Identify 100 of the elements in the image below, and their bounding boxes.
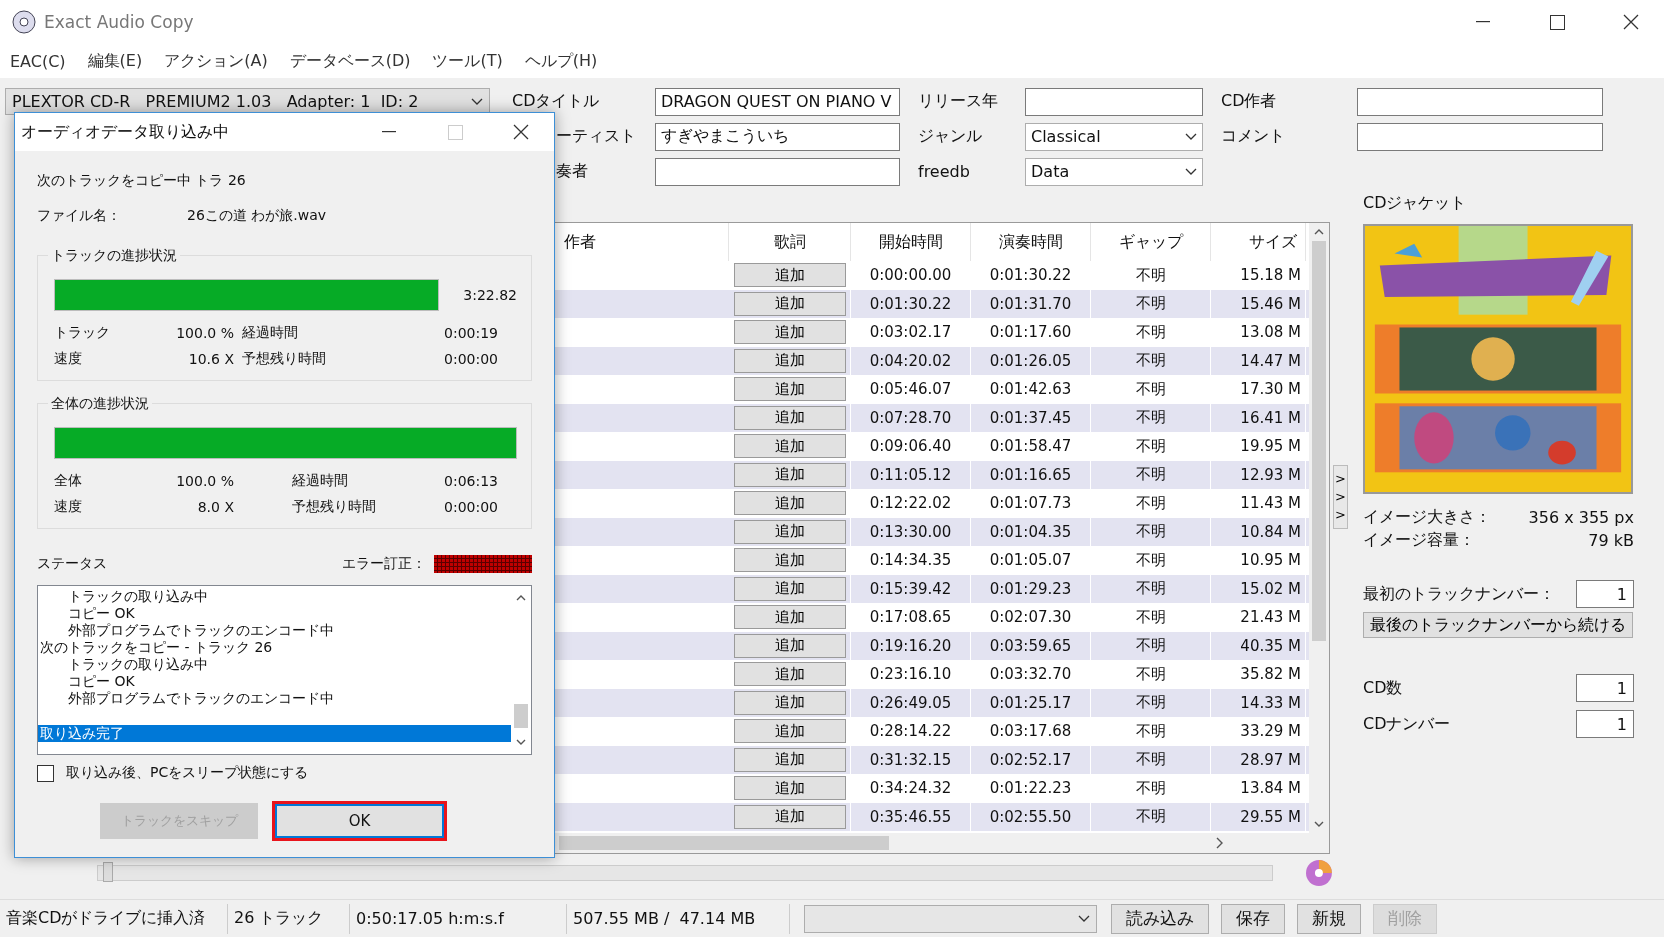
table-cell: 0:19:16.20 — [869, 636, 952, 655]
table-cell: 29.55 M — [1240, 807, 1301, 826]
table-cell: 不明 — [1135, 436, 1166, 456]
expand-button[interactable]: > > > — [1333, 465, 1348, 529]
group-title: トラックの進捗状況 — [48, 247, 180, 265]
menu-item[interactable]: データベース(D) — [289, 50, 411, 72]
menu-item[interactable]: EAC(C) — [10, 51, 66, 71]
scroll-thumb[interactable] — [514, 704, 528, 728]
table-cell: 0:34:24.32 — [869, 779, 952, 798]
add-lyrics-button[interactable]: 追加 — [733, 263, 846, 288]
window-title: Exact Audio Copy — [44, 12, 195, 32]
menu-item[interactable]: 編集(E) — [87, 50, 143, 72]
add-lyrics-button[interactable]: 追加 — [733, 719, 846, 744]
log-line[interactable]: トラックの取り込み中 — [38, 588, 511, 605]
table-cell: 0:13:30.00 — [869, 522, 952, 541]
minimize-icon[interactable] — [1476, 21, 1490, 23]
table-cell: 不明 — [1135, 550, 1166, 570]
close-icon[interactable] — [513, 124, 529, 140]
dropdown[interactable]: Classical — [1025, 122, 1203, 151]
table-cell: 0:28:14.22 — [869, 722, 952, 741]
add-lyrics-button[interactable]: 追加 — [733, 776, 846, 801]
menu-item[interactable]: ヘルプ(H) — [524, 50, 598, 72]
stat-value: 10.6 X — [187, 351, 234, 367]
table-cell: 0:00:00.00 — [869, 266, 952, 285]
field-label: CD数 — [1363, 677, 1403, 699]
text-field[interactable]: DRAGON QUEST ON PIANO V — [655, 87, 900, 116]
dropdown[interactable]: Data — [1025, 157, 1203, 186]
number-field[interactable]: 1 — [1576, 674, 1634, 702]
scroll-thumb[interactable] — [559, 836, 889, 850]
table-cell: 0:31:32.15 — [869, 750, 952, 769]
table-cell: 15.02 M — [1240, 579, 1301, 598]
table-cell: 0:01:25.17 — [989, 693, 1072, 712]
add-lyrics-button[interactable]: 追加 — [733, 377, 846, 402]
add-lyrics-button[interactable]: 追加 — [733, 804, 846, 829]
table-cell: 0:01:04.35 — [989, 522, 1072, 541]
disc-icon[interactable] — [1305, 859, 1333, 887]
toolbar-button[interactable]: 新規 — [1297, 903, 1361, 934]
toolbar-button[interactable]: 読み込み — [1111, 903, 1209, 934]
stat-value: 0:00:00 — [443, 499, 498, 515]
number-field[interactable]: 1 — [1576, 580, 1634, 608]
add-lyrics-button[interactable]: 追加 — [733, 690, 846, 715]
table-cell: 19.95 M — [1240, 437, 1301, 456]
stat-value: 100.0 % — [175, 473, 234, 489]
table-cell: 不明 — [1135, 750, 1166, 770]
dialog-button[interactable]: OK — [272, 801, 447, 841]
log-line[interactable]: 次のトラックをコピー - トラック 26 — [38, 639, 511, 656]
add-lyrics-button[interactable]: 追加 — [733, 348, 846, 373]
add-lyrics-button[interactable]: 追加 — [733, 662, 846, 687]
checkbox-label: 取り込み後、PCをスリープ状態にする — [66, 764, 309, 782]
menu-item[interactable]: アクション(A) — [164, 50, 268, 72]
number-field[interactable]: 1 — [1576, 710, 1634, 738]
vertical-scrollbar[interactable] — [1309, 223, 1329, 833]
text-field[interactable] — [1025, 87, 1203, 116]
log-line[interactable]: 外部プログラムでトラックのエンコード中 — [38, 690, 511, 707]
add-lyrics-button[interactable]: 追加 — [733, 434, 846, 459]
add-lyrics-button[interactable]: 追加 — [733, 320, 846, 345]
checkbox[interactable] — [37, 764, 54, 782]
table-cell: 13.08 M — [1240, 323, 1301, 342]
log-line[interactable]: 外部プログラムでトラックのエンコード中 — [38, 622, 511, 639]
add-lyrics-button[interactable]: 追加 — [733, 519, 846, 544]
text-field[interactable] — [655, 157, 900, 186]
scroll-thumb[interactable] — [1312, 241, 1326, 641]
add-lyrics-button[interactable]: 追加 — [733, 491, 846, 516]
stat-label: 速度 — [54, 350, 83, 368]
minimize-icon[interactable] — [382, 131, 396, 133]
add-lyrics-button[interactable]: 追加 — [733, 576, 846, 601]
text-field[interactable] — [1357, 122, 1603, 151]
menu-item[interactable]: ツール(T) — [432, 50, 503, 72]
slider-thumb[interactable] — [103, 862, 113, 882]
scroll-right-icon[interactable] — [1214, 836, 1224, 850]
add-lyrics-button[interactable]: 追加 — [733, 605, 846, 630]
stat-label: 経過時間 — [291, 472, 349, 490]
table-cell: 0:01:58.47 — [989, 437, 1072, 456]
close-icon[interactable] — [1623, 14, 1639, 30]
table-cell: 不明 — [1135, 322, 1166, 342]
maximize-icon[interactable] — [1549, 14, 1565, 30]
log-line[interactable]: コピー OK — [38, 605, 511, 622]
stat-label: 経過時間 — [241, 324, 299, 342]
table-cell: 不明 — [1135, 579, 1166, 599]
text-field[interactable]: すぎやまこういち — [655, 122, 900, 151]
table-cell: 0:01:26.05 — [989, 351, 1072, 370]
add-lyrics-button[interactable]: 追加 — [733, 633, 846, 658]
log-line[interactable]: コピー OK — [38, 673, 511, 690]
add-lyrics-button[interactable]: 追加 — [733, 747, 846, 772]
stat-value: 100.0 % — [175, 325, 234, 341]
field-label: ファイル名： — [37, 206, 122, 225]
info-label: イメージ大きさ： — [1363, 507, 1491, 528]
dialog-title: オーディオデータ取り込み中 — [21, 121, 230, 143]
toolbar-button[interactable]: 保存 — [1221, 903, 1285, 934]
table-cell: 0:02:07.30 — [989, 608, 1072, 627]
add-lyrics-button[interactable]: 追加 — [733, 405, 846, 430]
continue-button[interactable]: 最後のトラックナンバーから続ける — [1363, 612, 1633, 638]
stat-value: 8.0 X — [196, 499, 234, 515]
log-line[interactable]: トラックの取り込み中 — [38, 656, 511, 673]
text-field[interactable] — [1357, 87, 1603, 116]
add-lyrics-button[interactable]: 追加 — [733, 291, 846, 316]
table-cell: 0:01:30.22 — [869, 294, 952, 313]
add-lyrics-button[interactable]: 追加 — [733, 462, 846, 487]
chevron-down-icon — [1078, 914, 1090, 923]
add-lyrics-button[interactable]: 追加 — [733, 548, 846, 573]
